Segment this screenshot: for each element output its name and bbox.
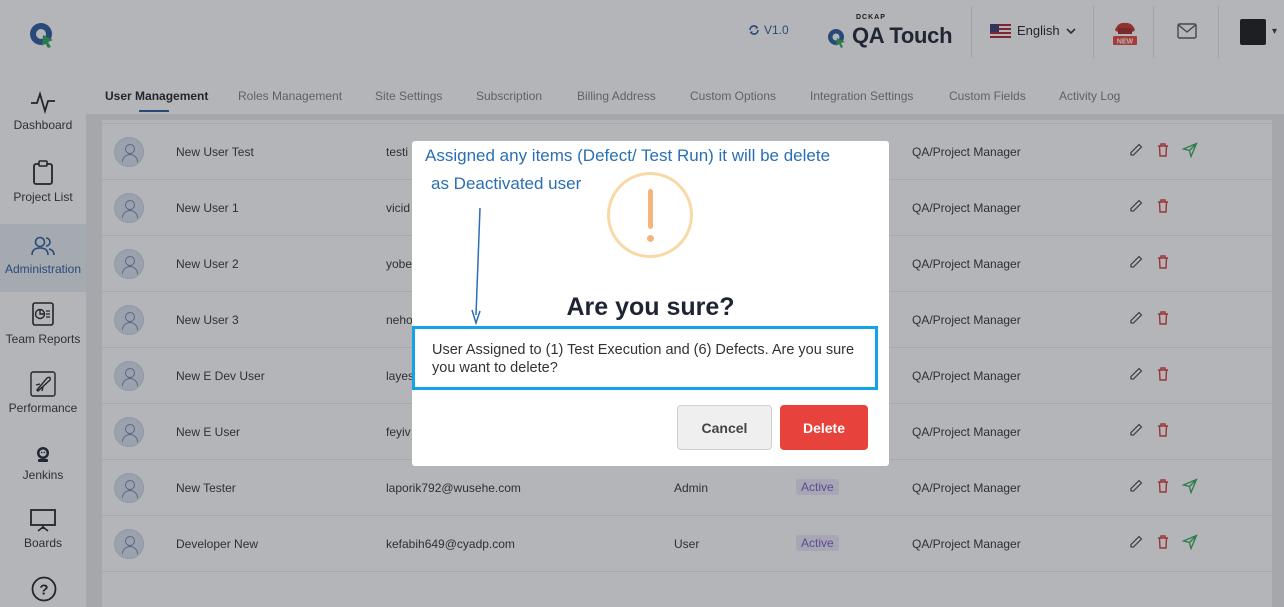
annotation-text: Assigned any items (Defect/ Test Run) it… bbox=[425, 146, 831, 165]
delete-confirm-dialog: Assigned any items (Defect/ Test Run) it… bbox=[412, 141, 889, 466]
delete-button[interactable]: Delete bbox=[780, 405, 868, 450]
warning-icon bbox=[607, 172, 693, 258]
dialog-message: User Assigned to (1) Test Execution and … bbox=[432, 342, 855, 376]
dialog-title: Are you sure? bbox=[566, 293, 735, 321]
highlighted-message-box: User Assigned to (1) Test Execution and … bbox=[412, 326, 878, 390]
annotation-text: as Deactivated user bbox=[431, 174, 582, 193]
cancel-button[interactable]: Cancel bbox=[677, 405, 772, 450]
